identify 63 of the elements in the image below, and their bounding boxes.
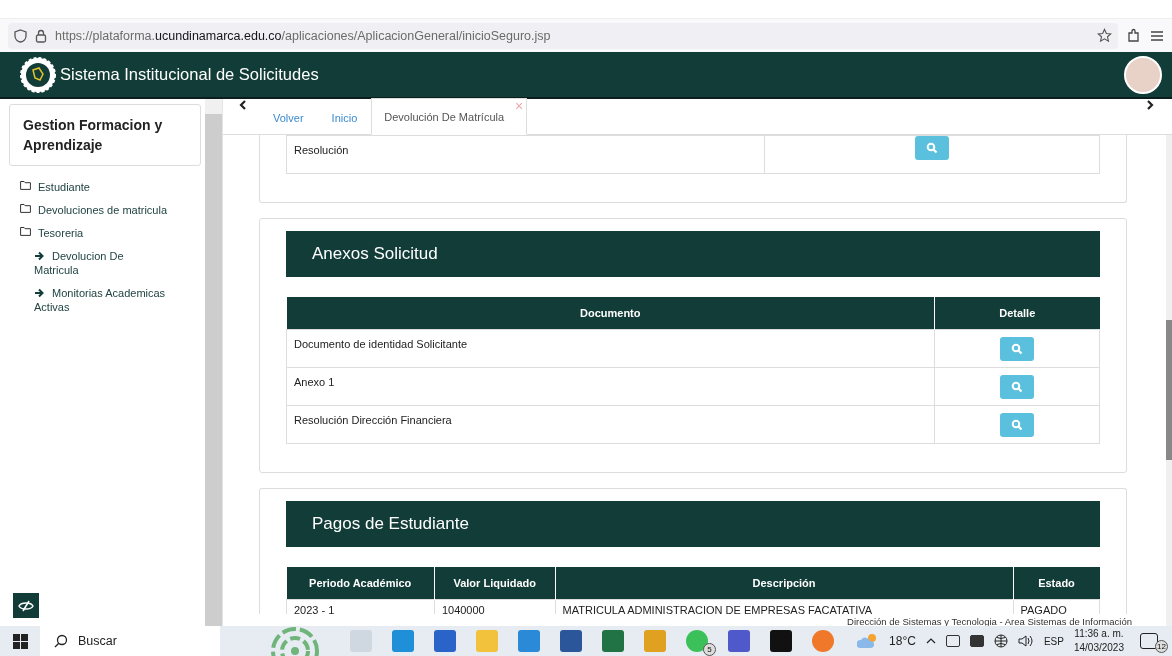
column-header: Detalle xyxy=(934,297,1100,330)
app-title: Sistema Institucional de Solicitudes xyxy=(60,65,320,84)
table-cell: 1040000 xyxy=(434,599,556,614)
search-button[interactable] xyxy=(1000,412,1034,437)
column-header: Estado xyxy=(1013,567,1100,600)
column-header: Valor Liquidado xyxy=(434,567,556,600)
search-button[interactable] xyxy=(1000,336,1034,361)
tab[interactable]: Volver xyxy=(259,112,318,134)
table-cell: MATRICULA ADMINISTRACION DE EMPRESAS FACATATIVA xyxy=(555,599,1013,614)
arrow-right-icon xyxy=(34,288,44,298)
table-cell: Resolución xyxy=(286,135,765,174)
sidebar-item-label: Tesoreria xyxy=(38,226,84,240)
sidebar-item[interactable]: Estudiante xyxy=(20,180,170,194)
speaker-icon[interactable] xyxy=(1017,634,1034,648)
search-button[interactable] xyxy=(1000,374,1034,399)
url-text: https://plataforma.ucundinamarca.edu.co/aplicaciones/AplicacionGeneral/inicioSeguro.jsp xyxy=(55,28,551,43)
gear-logo-icon xyxy=(20,56,56,93)
globe-icon[interactable] xyxy=(993,634,1008,648)
sidebar-link[interactable]: Devolucion De Matricula xyxy=(20,249,170,277)
table-cell: Resolución Dirección Financiera xyxy=(286,405,935,444)
column-header: Periodo Académico xyxy=(286,567,435,600)
section-title: Anexos Solicitud xyxy=(286,231,1100,277)
section-title: Pagos de Estudiante xyxy=(286,501,1100,547)
clock-time[interactable]: 11:36 a. m. xyxy=(1074,627,1124,641)
chevron-up-icon[interactable] xyxy=(925,637,936,645)
maze-logo-icon xyxy=(270,626,320,656)
clock-date[interactable]: 14/03/2023 xyxy=(1073,641,1124,655)
scrollbar[interactable] xyxy=(1166,135,1172,628)
menu-icon[interactable] xyxy=(1150,29,1164,42)
search-icon xyxy=(926,142,938,154)
address-bar[interactable]: https://plataforma.ucundinamarca.edu.co/aplicaciones/AplicacionGeneral/inicioSeguro.jsp xyxy=(8,22,1118,49)
tab[interactable]: Devolución De Matrícula × xyxy=(371,98,528,135)
table-cell: PAGADO xyxy=(1013,599,1100,614)
column-header: Descripción xyxy=(555,567,1013,600)
search-button[interactable] xyxy=(915,136,949,160)
sidebar-title: Gestion Formacion y Aprendizaje xyxy=(23,116,164,155)
weather-text: 18°C xyxy=(889,634,916,648)
search-icon xyxy=(1011,380,1023,393)
search-icon xyxy=(1011,418,1023,431)
lock-icon xyxy=(35,28,47,43)
windows-start-icon[interactable] xyxy=(12,633,28,649)
sidebar-link[interactable]: Monitorias Academicas Activas xyxy=(20,286,170,314)
extensions-icon[interactable] xyxy=(1126,27,1142,44)
star-icon[interactable] xyxy=(1097,28,1112,43)
taskbar-search-field[interactable]: Buscar xyxy=(40,626,220,656)
notification-badge: 12 xyxy=(1155,640,1168,653)
language-indicator[interactable]: ESP xyxy=(1043,635,1064,647)
eye-slash-icon xyxy=(18,599,34,612)
sidebar-item[interactable]: Tesoreria xyxy=(20,226,170,240)
search-icon xyxy=(54,634,68,648)
table-cell: Anexo 1 xyxy=(286,367,935,406)
tab[interactable]: Inicio xyxy=(317,112,372,134)
arrow-right-icon xyxy=(34,251,44,261)
sidebar-item-label: Estudiante xyxy=(38,180,90,194)
table-cell: 2023 - 1 xyxy=(286,599,435,614)
notification-badge: 5 xyxy=(703,643,716,656)
shield-icon xyxy=(14,28,27,43)
search-icon xyxy=(1011,342,1023,355)
scrollbar[interactable] xyxy=(205,99,222,628)
table-cell: Documento de identidad Solicitante xyxy=(286,329,935,368)
user-avatar[interactable] xyxy=(1124,55,1162,94)
eye-slash-button[interactable] xyxy=(13,593,39,618)
column-header: Documento xyxy=(286,297,935,330)
